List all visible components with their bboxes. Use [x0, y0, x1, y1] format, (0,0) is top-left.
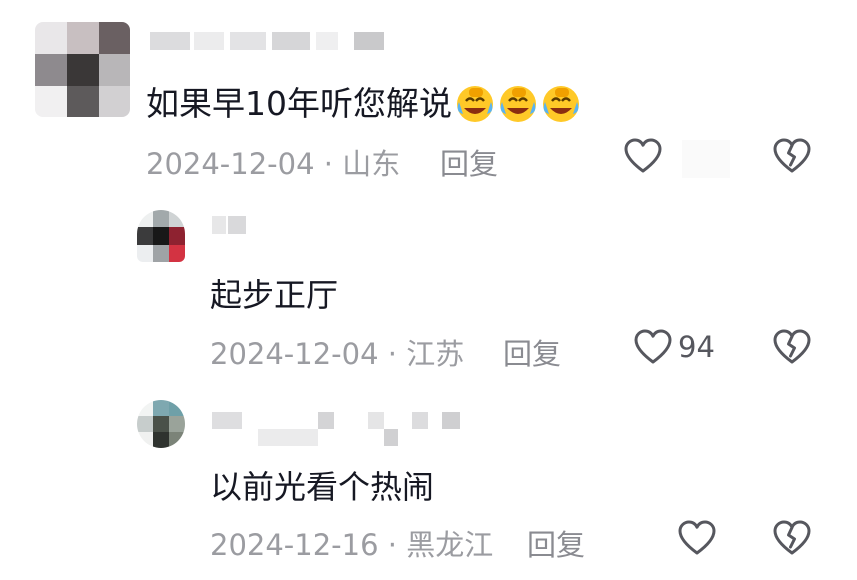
meta-separator: · — [387, 528, 397, 562]
meta-separator: · — [387, 337, 397, 371]
dislike-button[interactable] — [773, 138, 811, 174]
comment-text-body: 如果早10年听您解说 — [146, 84, 452, 123]
like-button[interactable]: 94 — [634, 329, 715, 365]
like-button[interactable] — [624, 138, 668, 174]
like-button[interactable] — [678, 520, 716, 556]
comment-location: 山东 — [342, 147, 401, 181]
dislike-button[interactable] — [773, 520, 811, 556]
comment-date: 2024-12-16 — [210, 528, 379, 562]
reply-button[interactable]: 回复 — [440, 141, 498, 183]
comment-location: 黑龙江 — [406, 528, 494, 562]
heart-outline-icon — [678, 520, 716, 556]
heart-outline-icon — [624, 138, 662, 174]
comment-location: 江苏 — [406, 337, 465, 371]
avatar[interactable] — [35, 22, 130, 117]
comment-date: 2024-12-04 — [146, 147, 315, 181]
broken-heart-icon — [773, 138, 811, 174]
username-blurred[interactable] — [212, 216, 248, 234]
broken-heart-icon — [773, 520, 811, 556]
avatar[interactable] — [137, 210, 185, 262]
laughing-crying-icon — [455, 84, 495, 124]
avatar[interactable] — [137, 400, 185, 448]
comment-date: 2024-12-04 — [210, 337, 379, 371]
meta-separator: · — [323, 147, 333, 181]
laughing-crying-icon — [498, 84, 538, 124]
username-blurred[interactable] — [212, 412, 462, 446]
comment-meta: 2024-12-04 · 江苏 — [210, 331, 464, 373]
username-blurred[interactable] — [150, 32, 390, 50]
comment-meta: 2024-12-16 · 黑龙江 — [210, 522, 493, 564]
comment-text: 以前光看个热闹 — [210, 468, 435, 506]
laughing-crying-icon — [541, 84, 581, 124]
broken-heart-icon — [773, 329, 811, 365]
heart-outline-icon — [634, 329, 672, 365]
like-count-blur — [682, 140, 730, 178]
reply-button[interactable]: 回复 — [527, 522, 585, 564]
comment-meta: 2024-12-04 · 山东 — [146, 141, 400, 183]
comment-text: 起步正厅 — [210, 276, 339, 314]
comment-text: 如果早10年听您解说 — [146, 77, 581, 125]
reply-button[interactable]: 回复 — [503, 331, 561, 373]
like-count: 94 — [678, 330, 715, 364]
dislike-button[interactable] — [773, 329, 811, 365]
